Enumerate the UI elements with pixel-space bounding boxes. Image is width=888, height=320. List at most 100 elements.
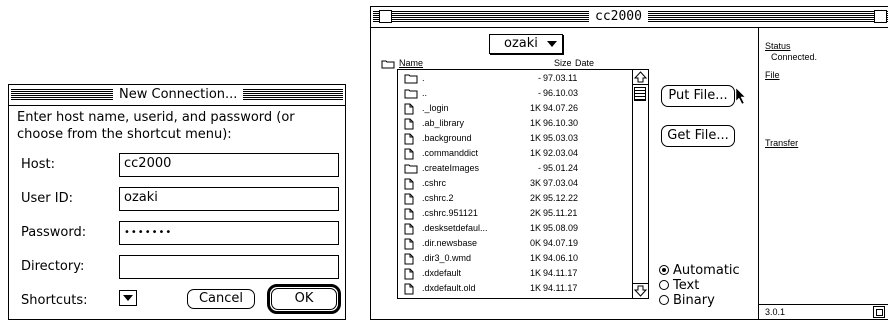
status-heading: Status (765, 41, 791, 51)
password-field[interactable]: ••••••• (119, 221, 339, 245)
file-date: 96.10.30 (543, 118, 579, 128)
file-list-row[interactable]: .background 1K 95.03.03 (398, 132, 634, 146)
document-icon (404, 193, 414, 207)
dialog-title: New Connection... (113, 85, 244, 105)
file-size: 1K (529, 103, 541, 113)
file-size: - (538, 73, 541, 83)
mode-automatic-radio[interactable]: Automatic (659, 263, 740, 278)
file-list-row[interactable]: .dxdefault 1K 94.11.17 (398, 267, 634, 281)
userid-label: User ID: (21, 191, 73, 206)
file-size: 1K (529, 118, 541, 128)
file-size: 2K (529, 193, 541, 203)
file-name: .cshrc.951121 (422, 208, 478, 218)
document-icon (404, 118, 414, 132)
file-list-row[interactable]: .ab_library 1K 96.10.30 (398, 117, 634, 131)
document-icon (404, 238, 414, 252)
file-list-row[interactable]: .desksetdefaul... 1K 95.08.09 (398, 222, 634, 236)
file-list-row[interactable]: .createImages -95.01.24 (398, 162, 634, 176)
document-icon (404, 178, 414, 192)
file-size: 1K (529, 223, 541, 233)
document-icon (404, 208, 414, 222)
zoom-box-icon[interactable] (874, 10, 887, 23)
file-name: .desksetdefaul... (422, 223, 488, 233)
column-size-header[interactable]: Size (554, 58, 572, 68)
file-date: 96.10.03 (543, 88, 579, 98)
file-list-row[interactable]: .commanddict 1K 92.03.04 (398, 147, 634, 161)
file-date: 94.11.17 (543, 268, 578, 278)
file-size: 1K (529, 253, 541, 263)
folder-icon (404, 163, 418, 176)
scroll-thumb[interactable] (634, 87, 646, 101)
mouse-pointer-icon (735, 87, 746, 105)
scrollbar[interactable] (632, 70, 648, 298)
file-size: 1K (529, 148, 541, 158)
dialog-titlebar[interactable]: New Connection... (9, 85, 345, 106)
file-date: 95.11.21 (543, 208, 578, 218)
dialog-prompt-line1: Enter host name, userid, and password (o… (17, 110, 295, 125)
file-date: 92.03.04 (543, 148, 579, 158)
file-list-row[interactable]: . -97.03.11 (398, 72, 634, 86)
file-name: .createImages (422, 163, 480, 173)
dialog-prompt-line2: choose from the shortcut menu): (17, 127, 232, 142)
folder-icon (404, 88, 418, 101)
folder-popup-label: ozaki (504, 36, 538, 51)
file-date: 95.03.03 (543, 133, 579, 143)
triangle-down-icon (547, 41, 557, 47)
file-date: 97.03.04 (543, 178, 579, 188)
scroll-up-arrow-icon[interactable] (633, 70, 648, 85)
file-date: 95.12.22 (543, 193, 579, 203)
file-date: 94.11.17 (543, 283, 578, 293)
cancel-button[interactable]: Cancel (187, 289, 255, 309)
file-list[interactable]: . -97.03.11.. -96.10.03 ._login 1K 94.07.26 .a… (397, 69, 649, 299)
radio-unselected-icon (659, 280, 669, 290)
transfer-heading: Transfer (765, 138, 799, 148)
document-icon (404, 133, 414, 147)
file-list-row[interactable]: .. -96.10.03 (398, 87, 634, 101)
file-heading: File (765, 70, 780, 80)
file-name: ._login (422, 103, 449, 113)
file-list-row[interactable]: .cshrc 3K 97.03.04 (398, 177, 634, 191)
column-name-header[interactable]: Name (399, 58, 423, 68)
file-name: .cshrc (422, 178, 447, 188)
ok-button[interactable]: OK (271, 288, 337, 310)
file-size: 2K (529, 208, 541, 218)
file-list-row[interactable]: .dir.newsbase 0K 94.07.19 (398, 237, 634, 251)
status-value: Connected. (771, 52, 818, 62)
file-name: .dxdefault.old (422, 283, 476, 293)
file-name: .dir.newsbase (422, 238, 478, 248)
resize-grip-icon[interactable] (873, 306, 885, 318)
file-list-row[interactable]: .dir3_0.wmd 1K 94.06.10 (398, 252, 634, 266)
folder-popup[interactable]: ozaki (489, 34, 563, 54)
file-name: . (422, 73, 425, 83)
file-list-row[interactable]: .cshrc.951121 2K 95.11.21 (398, 207, 634, 221)
password-label: Password: (21, 225, 87, 240)
scroll-down-arrow-icon[interactable] (633, 283, 648, 298)
shortcuts-popup[interactable] (119, 290, 137, 306)
file-list-row[interactable]: ._login 1K 94.07.26 (398, 102, 634, 116)
file-date: 95.08.09 (543, 223, 579, 233)
host-field[interactable]: cc2000 (119, 153, 339, 177)
file-date: 94.07.19 (543, 238, 579, 248)
put-file-button[interactable]: Put File... (661, 85, 735, 107)
folder-header-icon (381, 60, 395, 69)
get-file-button[interactable]: Get File... (661, 125, 735, 147)
mode-binary-label: Binary (673, 293, 715, 308)
new-connection-dialog: New Connection... Enter host name, useri… (8, 84, 346, 320)
file-name: .. (422, 88, 428, 98)
mode-binary-radio[interactable]: Binary (659, 293, 715, 308)
file-list-row[interactable]: .dxdefault.old 1K 94.11.17 (398, 282, 634, 296)
column-date-header[interactable]: Date (575, 58, 594, 68)
file-name: .cshrc.2 (422, 193, 454, 203)
close-box-icon[interactable] (379, 10, 392, 23)
document-icon (404, 283, 414, 297)
file-date: 94.06.10 (543, 253, 579, 263)
host-label: Host: (21, 157, 55, 172)
mode-text-radio[interactable]: Text (659, 278, 699, 293)
file-size: 0K (529, 238, 541, 248)
directory-field[interactable] (119, 255, 339, 279)
userid-field[interactable]: ozaki (119, 187, 339, 211)
ftp-titlebar[interactable]: cc2000 (371, 7, 888, 28)
status-footer: 3.0.1 (759, 304, 888, 319)
file-list-row[interactable]: .cshrc.2 2K 95.12.22 (398, 192, 634, 206)
ftp-title: cc2000 (589, 7, 648, 27)
